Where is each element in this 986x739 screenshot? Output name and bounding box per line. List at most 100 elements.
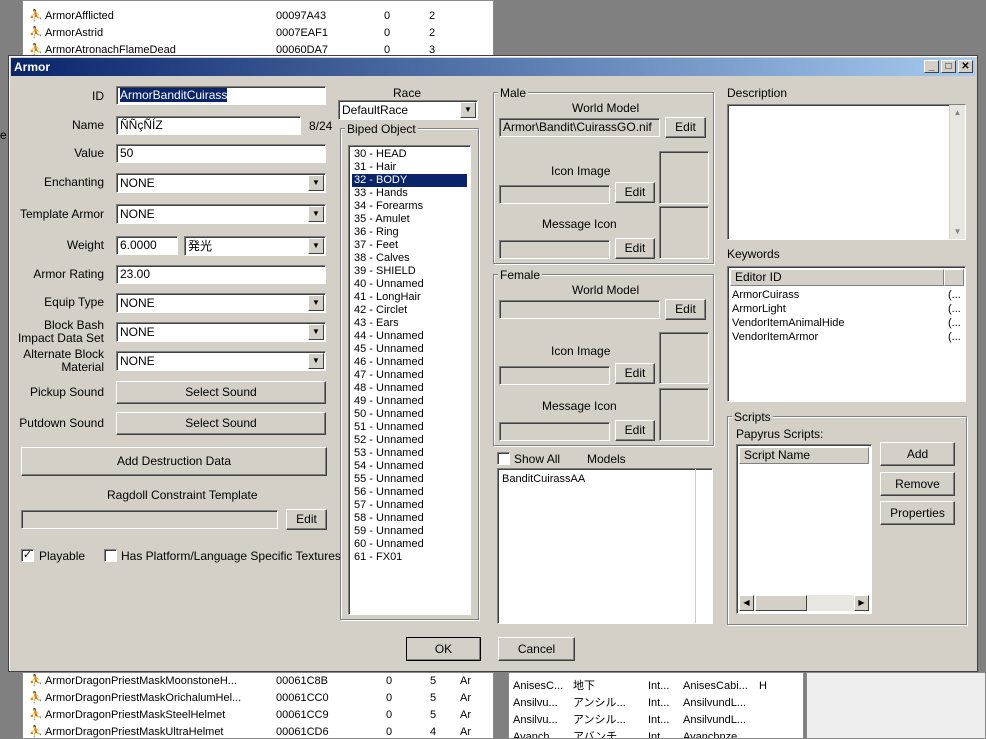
biped-object-list[interactable]: 30 - HEAD 31 - Hair 32 - BODY 33 - Hands 34 … (348, 145, 471, 615)
name-field[interactable]: ÑÑçÑÍZ (116, 116, 301, 135)
cancel-button[interactable]: Cancel (498, 637, 575, 661)
equip-type-select[interactable]: NONE ▼ (116, 293, 326, 313)
ok-button[interactable]: OK (406, 637, 481, 661)
male-world-model-edit-button[interactable]: Edit (665, 117, 706, 138)
background-row[interactable]: ⛹ ArmorAtronachFlameDead 00060DA7 0 3 (23, 42, 493, 55)
id-field[interactable]: ArmorBanditCuirass (116, 86, 326, 105)
female-message-icon-field[interactable] (499, 422, 610, 441)
male-icon-image-field[interactable] (499, 185, 610, 204)
show-all-checkbox[interactable] (497, 452, 510, 465)
biped-object-item[interactable]: 37 - Feet (352, 239, 467, 252)
biped-object-item[interactable]: 51 - Unnamed (352, 421, 467, 434)
chevron-down-icon[interactable]: ▼ (308, 238, 324, 254)
scroll-left-icon[interactable]: ◀ (739, 595, 754, 611)
biped-object-item[interactable]: 45 - Unnamed (352, 343, 467, 356)
armor-rating-field[interactable]: 23.00 (116, 265, 326, 284)
weight-type-select[interactable]: 発光 ▼ (184, 236, 326, 256)
biped-object-item[interactable]: 38 - Calves (352, 252, 467, 265)
male-message-icon-edit-button[interactable]: Edit (615, 238, 655, 259)
minimize-button[interactable]: _ (924, 60, 939, 73)
biped-object-item[interactable]: 30 - HEAD (352, 148, 467, 161)
keywords-list[interactable]: Editor ID ArmorCuirass (... ArmorLight (...… (727, 266, 966, 402)
chevron-down-icon[interactable]: ▼ (308, 324, 324, 340)
male-icon-image-edit-button[interactable]: Edit (615, 182, 655, 203)
models-list[interactable]: BanditCuirassAA (497, 468, 713, 624)
male-world-model-field[interactable]: Armor\Bandit\CuirassGO.nif (499, 118, 660, 137)
keyword-item[interactable]: ArmorCuirass (732, 288, 799, 302)
chevron-down-icon[interactable]: ▼ (308, 175, 324, 191)
background-row[interactable]: ⛹ ArmorDragonPriestMaskMoonstoneH... 00061… (23, 673, 493, 690)
background-cell-row[interactable]: AnisesC... 地下 Int... AnisesCabi... H (509, 678, 803, 695)
background-row[interactable]: ⛹ ArmorDragonPriestMaskUltraHelmet 00061CD… (23, 724, 493, 738)
template-armor-select[interactable]: NONE ▼ (116, 204, 326, 224)
biped-object-item[interactable]: 44 - Unnamed (352, 330, 467, 343)
ragdoll-field[interactable] (21, 510, 278, 529)
biped-object-item[interactable]: 50 - Unnamed (352, 408, 467, 421)
add-script-button[interactable]: Add (880, 442, 955, 466)
keywords-header-editor-id[interactable]: Editor ID (730, 269, 944, 286)
background-cell-row[interactable]: Avanch... アバンチ... Int... Avanchnze... (509, 729, 803, 738)
biped-object-item[interactable]: 55 - Unnamed (352, 473, 467, 486)
background-cell-row[interactable]: Ansilvu... アンシル... Int... AnsilvundL... (509, 695, 803, 712)
biped-object-item[interactable]: 40 - Unnamed (352, 278, 467, 291)
background-row[interactable]: ⛹ ArmorAstrid 0007EAF1 0 2 (23, 25, 493, 42)
biped-object-item[interactable]: 49 - Unnamed (352, 395, 467, 408)
scroll-thumb[interactable] (755, 595, 807, 611)
female-icon-image-field[interactable] (499, 366, 610, 385)
remove-script-button[interactable]: Remove (880, 472, 955, 496)
scripts-hscrollbar[interactable]: ◀ ▶ (739, 595, 869, 611)
biped-object-item[interactable]: 46 - Unnamed (352, 356, 467, 369)
background-row[interactable]: ⛹ ArmorDragonPriestMaskSteelHelmet 00061CC… (23, 707, 493, 724)
scripts-list[interactable]: Script Name ◀ ▶ (736, 444, 872, 614)
keyword-item[interactable]: VendorItemArmor (732, 330, 818, 344)
biped-object-item[interactable]: 54 - Unnamed (352, 460, 467, 473)
keyword-item[interactable]: ArmorLight (732, 302, 786, 316)
biped-object-item[interactable]: 61 - FX01 (352, 551, 467, 564)
scroll-down-icon[interactable]: ▼ (950, 224, 965, 239)
putdown-sound-button[interactable]: Select Sound (116, 412, 326, 435)
race-select[interactable]: DefaultRace ▼ (338, 100, 478, 120)
biped-object-item[interactable]: 57 - Unnamed (352, 499, 467, 512)
scroll-right-icon[interactable]: ▶ (854, 595, 869, 611)
biped-object-item[interactable]: 58 - Unnamed (352, 512, 467, 525)
weight-field[interactable]: 6.0000 (116, 236, 178, 255)
biped-object-item[interactable]: 48 - Unnamed (352, 382, 467, 395)
models-list-item[interactable]: BanditCuirassAA (502, 472, 585, 486)
playable-checkbox[interactable]: ✓ (21, 549, 34, 562)
biped-object-item[interactable]: 60 - Unnamed (352, 538, 467, 551)
biped-object-item[interactable]: 36 - Ring (352, 226, 467, 239)
value-field[interactable]: 50 (116, 144, 326, 163)
biped-object-item[interactable]: 59 - Unnamed (352, 525, 467, 538)
biped-object-item[interactable]: 41 - LongHair (352, 291, 467, 304)
scroll-up-icon[interactable]: ▲ (950, 105, 965, 120)
biped-object-item[interactable]: 47 - Unnamed (352, 369, 467, 382)
close-button[interactable]: ✕ (958, 60, 973, 73)
platform-textures-checkbox[interactable] (104, 549, 117, 562)
chevron-down-icon[interactable]: ▼ (308, 206, 324, 222)
description-textarea[interactable]: ▲ ▼ (727, 104, 966, 240)
background-row[interactable]: ⛹ ArmorAfflicted 00097A43 0 2 (23, 8, 493, 25)
background-cell-row[interactable]: Ansilvu... アンシル... Int... AnsilvundL... (509, 712, 803, 729)
chevron-down-icon[interactable]: ▼ (308, 295, 324, 311)
alternate-block-select[interactable]: NONE ▼ (116, 351, 326, 371)
chevron-down-icon[interactable]: ▼ (308, 353, 324, 369)
biped-object-item[interactable]: 43 - Ears (352, 317, 467, 330)
keywords-header-extra[interactable] (944, 269, 964, 286)
biped-object-item[interactable]: 34 - Forearms (352, 200, 467, 213)
biped-object-item[interactable]: 39 - SHIELD (352, 265, 467, 278)
female-message-icon-edit-button[interactable]: Edit (615, 420, 655, 441)
biped-object-item[interactable]: 42 - Circlet (352, 304, 467, 317)
description-scrollbar[interactable]: ▲ ▼ (949, 105, 965, 239)
biped-object-item[interactable]: 32 - BODY (352, 174, 467, 187)
properties-button[interactable]: Properties (880, 501, 955, 525)
keyword-item[interactable]: VendorItemAnimalHide (732, 316, 845, 330)
biped-object-item[interactable]: 33 - Hands (352, 187, 467, 200)
block-bash-select[interactable]: NONE ▼ (116, 322, 326, 342)
female-world-model-field[interactable] (499, 300, 660, 319)
female-world-model-edit-button[interactable]: Edit (665, 299, 706, 320)
biped-object-item[interactable]: 35 - Amulet (352, 213, 467, 226)
ragdoll-edit-button[interactable]: Edit (286, 509, 327, 530)
chevron-down-icon[interactable]: ▼ (460, 102, 476, 118)
biped-object-item[interactable]: 53 - Unnamed (352, 447, 467, 460)
pickup-sound-button[interactable]: Select Sound (116, 381, 326, 404)
